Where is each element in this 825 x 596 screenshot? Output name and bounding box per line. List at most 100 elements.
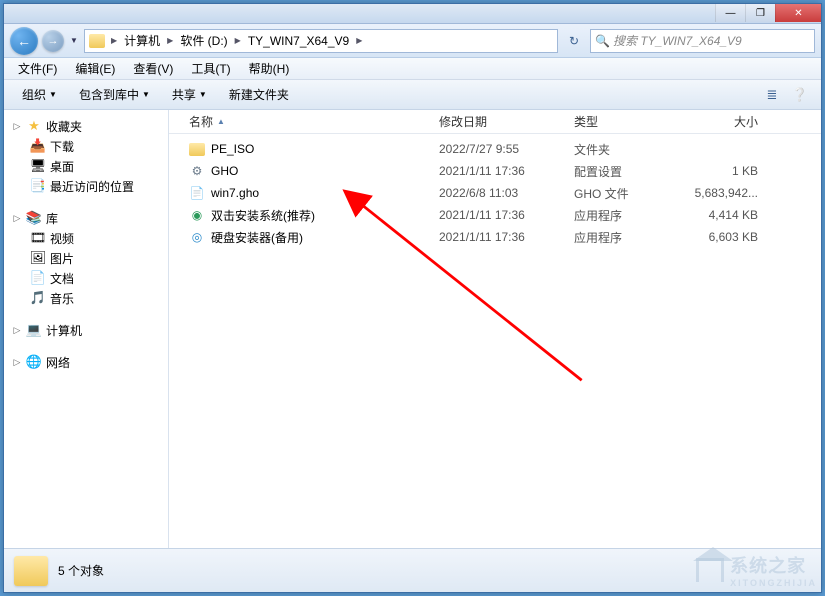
menu-edit[interactable]: 编辑(E)	[67, 58, 123, 79]
col-size[interactable]: 大小	[666, 113, 766, 130]
file-type: 文件夹	[566, 141, 666, 158]
status-bar: 5 个对象	[4, 548, 821, 592]
document-icon: 📄	[30, 270, 46, 286]
expand-icon[interactable]: ▷	[12, 213, 22, 224]
sort-arrow-icon: ▲	[217, 117, 225, 126]
file-type: 应用程序	[566, 229, 666, 246]
sidebar-downloads[interactable]: 📥下载	[4, 136, 168, 156]
search-box[interactable]: 🔍 搜索 TY_WIN7_X64_V9	[590, 29, 815, 53]
sidebar-computer[interactable]: ▷💻计算机	[4, 320, 168, 340]
breadcrumb-sep[interactable]: ▶	[165, 36, 175, 45]
chevron-down-icon: ▼	[199, 90, 207, 99]
menu-tools[interactable]: 工具(T)	[183, 58, 238, 79]
status-text: 5 个对象	[58, 562, 104, 579]
file-name: 双击安装系统(推荐)	[211, 207, 315, 224]
file-type: GHO 文件	[566, 185, 666, 202]
sidebar-libraries[interactable]: ▷📚库	[4, 208, 168, 228]
file-row[interactable]: 📄 win7.gho 2022/6/8 11:03GHO 文件5,683,942..…	[181, 182, 821, 204]
file-date: 2021/1/11 17:36	[431, 164, 566, 178]
minimize-button[interactable]: —	[715, 4, 745, 22]
exe1-icon: ◉	[189, 207, 205, 223]
new-folder-button[interactable]: 新建文件夹	[219, 83, 299, 106]
star-icon: ★	[26, 118, 42, 134]
navigation-pane: ▷★收藏夹 📥下载 🖥桌面 📑最近访问的位置 ▷📚库 🎞视频 🖼图片 📄文档 🎵…	[4, 110, 169, 548]
expand-icon[interactable]: ▷	[12, 121, 22, 132]
file-size: 6,603 KB	[666, 230, 766, 244]
folder-icon	[14, 556, 48, 586]
file-name: GHO	[211, 164, 238, 178]
cfg-icon: ⚙	[189, 163, 205, 179]
exe2-icon: ◎	[189, 229, 205, 245]
help-button[interactable]: ❔	[787, 84, 813, 106]
computer-icon: 💻	[26, 322, 42, 338]
file-row[interactable]: ⚙GHO2021/1/11 17:36配置设置1 KB	[181, 160, 821, 182]
sidebar-documents[interactable]: 📄文档	[4, 268, 168, 288]
expand-icon[interactable]: ▷	[12, 357, 22, 368]
chevron-down-icon: ▼	[142, 90, 150, 99]
file-row[interactable]: ◎ 硬盘安装器(备用) 2021/1/11 17:36应用程序6,603 KB	[181, 226, 821, 248]
expand-icon[interactable]: ▷	[12, 325, 22, 336]
include-library-button[interactable]: 包含到库中▼	[69, 83, 160, 106]
file-date: 2022/6/8 11:03	[431, 186, 566, 200]
menu-view[interactable]: 查看(V)	[125, 58, 181, 79]
address-bar[interactable]: ▶ 计算机 ▶ 软件 (D:) ▶ TY_WIN7_X64_V9 ▶	[84, 29, 558, 53]
column-headers: 名称▲ 修改日期 类型 大小	[169, 110, 821, 134]
col-type[interactable]: 类型	[566, 113, 666, 130]
music-icon: 🎵	[30, 290, 46, 306]
back-button[interactable]: ←	[10, 27, 38, 55]
video-icon: 🎞	[30, 230, 46, 246]
sidebar-pictures[interactable]: 🖼图片	[4, 248, 168, 268]
breadcrumb-seg[interactable]: TY_WIN7_X64_V9	[245, 34, 352, 48]
search-icon: 🔍	[595, 34, 609, 48]
file-row[interactable]: ◉ 双击安装系统(推荐) 2021/1/11 17:36应用程序4,414 KB	[181, 204, 821, 226]
breadcrumb-seg[interactable]: 计算机	[121, 32, 163, 49]
search-placeholder: 搜索 TY_WIN7_X64_V9	[613, 32, 742, 49]
col-date[interactable]: 修改日期	[431, 113, 566, 130]
file-pane: 名称▲ 修改日期 类型 大小 PE_ISO2022/7/27 9:55文件夹 ⚙ G…	[169, 110, 821, 548]
breadcrumb-sep[interactable]: ▶	[109, 36, 119, 45]
refresh-button[interactable]: ↻	[562, 30, 586, 52]
nav-bar: ← → ▼ ▶ 计算机 ▶ 软件 (D:) ▶ TY_WIN7_X64_V9 ▶…	[4, 24, 821, 58]
col-name[interactable]: 名称▲	[181, 113, 431, 130]
download-icon: 📥	[30, 138, 46, 154]
sidebar-recent[interactable]: 📑最近访问的位置	[4, 176, 168, 196]
sidebar-music[interactable]: 🎵音乐	[4, 288, 168, 308]
breadcrumb-seg[interactable]: 软件 (D:)	[177, 32, 230, 49]
titlebar: — ❐ ✕	[4, 4, 821, 24]
menu-help[interactable]: 帮助(H)	[241, 58, 298, 79]
file-type: 应用程序	[566, 207, 666, 224]
file-row[interactable]: PE_ISO2022/7/27 9:55文件夹	[181, 138, 821, 160]
explorer-window: — ❐ ✕ ← → ▼ ▶ 计算机 ▶ 软件 (D:) ▶ TY_WIN7_X6…	[3, 3, 822, 593]
file-name: PE_ISO	[211, 142, 254, 156]
breadcrumb-sep[interactable]: ▶	[354, 36, 364, 45]
desktop-icon: 🖥	[30, 158, 46, 174]
sidebar-desktop[interactable]: 🖥桌面	[4, 156, 168, 176]
network-icon: 🌐	[26, 354, 42, 370]
gho-icon: 📄	[189, 185, 205, 201]
toolbar: 组织▼ 包含到库中▼ 共享▼ 新建文件夹 ≣ ❔	[4, 80, 821, 110]
maximize-button[interactable]: ❐	[745, 4, 775, 22]
sidebar-favorites[interactable]: ▷★收藏夹	[4, 116, 168, 136]
organize-button[interactable]: 组织▼	[12, 83, 67, 106]
history-dropdown[interactable]: ▼	[68, 31, 80, 51]
menu-bar: 文件(F) 编辑(E) 查看(V) 工具(T) 帮助(H)	[4, 58, 821, 80]
picture-icon: 🖼	[30, 250, 46, 266]
share-button[interactable]: 共享▼	[162, 83, 217, 106]
view-mode-button[interactable]: ≣	[759, 84, 785, 106]
chevron-down-icon: ▼	[49, 90, 57, 99]
library-icon: 📚	[26, 210, 42, 226]
file-list: PE_ISO2022/7/27 9:55文件夹 ⚙ GHO 2021/1/11 17:…	[169, 134, 821, 548]
forward-button[interactable]: →	[42, 30, 64, 52]
menu-file[interactable]: 文件(F)	[10, 58, 65, 79]
breadcrumb-sep[interactable]: ▶	[233, 36, 243, 45]
close-button[interactable]: ✕	[775, 4, 821, 22]
file-date: 2021/1/11 17:36	[431, 230, 566, 244]
sidebar-network[interactable]: ▷🌐网络	[4, 352, 168, 372]
file-name: win7.gho	[211, 186, 259, 200]
sidebar-videos[interactable]: 🎞视频	[4, 228, 168, 248]
file-size: 5,683,942...	[666, 186, 766, 200]
file-name: 硬盘安装器(备用)	[211, 229, 303, 246]
file-size: 4,414 KB	[666, 208, 766, 222]
file-size: 1 KB	[666, 164, 766, 178]
file-date: 2021/1/11 17:36	[431, 208, 566, 222]
